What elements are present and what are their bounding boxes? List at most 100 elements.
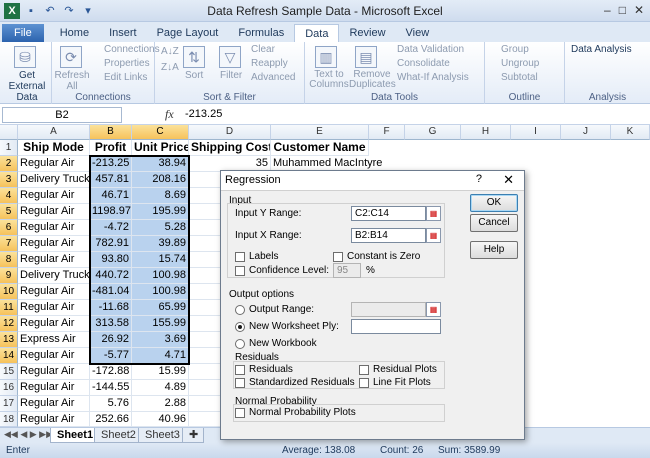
new-worksheet-ply-radio[interactable] [235,322,245,332]
tab-view[interactable]: View [396,24,440,42]
dialog-close-icon[interactable]: ✕ [503,172,514,188]
table-cell[interactable]: Regular Air [18,380,90,396]
text-to-columns-button[interactable]: Text to Columns [309,70,349,90]
column-title-shipping-cost[interactable]: Shipping Cost [189,140,271,156]
row-header[interactable]: 6 [0,220,18,236]
column-header-f[interactable]: F [369,125,405,140]
properties-button[interactable]: Properties [104,58,150,69]
line-fit-plots-checkbox[interactable] [359,378,369,388]
sort-za-button[interactable]: Z↓A [161,62,179,73]
row-header[interactable]: 9 [0,268,18,284]
column-header-g[interactable]: G [405,125,461,140]
table-cell[interactable]: 4.89 [132,380,189,396]
collapse-dialog-icon[interactable]: ▦ [426,302,441,317]
advanced-button[interactable]: Advanced [251,72,295,83]
tab-review[interactable]: Review [339,24,395,42]
row-header[interactable]: 11 [0,300,18,316]
tab-file[interactable]: File [2,24,44,42]
row-header[interactable]: 17 [0,396,18,412]
row-header[interactable]: 16 [0,380,18,396]
table-cell[interactable]: Regular Air [18,284,90,300]
table-cell[interactable]: Regular Air [18,412,90,427]
row-header[interactable]: 10 [0,284,18,300]
minimize-icon[interactable]: – [604,3,611,17]
row-header[interactable]: 3 [0,172,18,188]
sheet-tab-sheet3[interactable]: Sheet3 [138,428,187,443]
table-cell[interactable]: Regular Air [18,316,90,332]
row-header[interactable]: 5 [0,204,18,220]
new-worksheet-ply-field[interactable] [351,319,441,334]
row-header[interactable]: 18 [0,412,18,427]
row-header[interactable]: 2 [0,156,18,172]
new-workbook-radio[interactable] [235,339,245,349]
tab-data[interactable]: Data [294,24,340,42]
remove-duplicates-button[interactable]: Remove Duplicates [349,70,396,90]
clear-button[interactable]: Clear [251,44,275,55]
table-cell[interactable]: 252.66 [90,412,132,427]
table-cell[interactable]: 5.76 [90,396,132,412]
edit-links-button[interactable]: Edit Links [104,72,147,83]
standardized-residuals-checkbox[interactable] [235,378,245,388]
table-cell[interactable]: Regular Air [18,188,90,204]
tab-formulas[interactable]: Formulas [228,24,294,42]
ungroup-button[interactable]: Ungroup [501,58,539,69]
what-if-analysis-button[interactable]: What-If Analysis [397,72,469,83]
table-cell[interactable]: Regular Air [18,396,90,412]
formula-input[interactable]: -213.25 [185,108,222,120]
row-header[interactable]: 4 [0,188,18,204]
table-cell[interactable]: Regular Air [18,236,90,252]
confidence-level-field[interactable]: 95 [333,263,361,278]
constant-is-zero-checkbox[interactable] [333,252,343,262]
maximize-icon[interactable]: □ [619,3,626,17]
consolidate-button[interactable]: Consolidate [397,58,450,69]
collapse-dialog-icon[interactable]: ▦ [426,206,441,221]
cancel-button[interactable]: Cancel [470,214,518,232]
column-header-c[interactable]: C [132,125,189,140]
refresh-all-button[interactable]: Refresh All [54,70,90,92]
column-title-unit-price[interactable]: Unit Price [132,140,189,156]
table-cell[interactable]: -144.55 [90,380,132,396]
data-validation-button[interactable]: Data Validation [397,44,464,55]
confidence-level-checkbox[interactable] [235,266,245,276]
reapply-button[interactable]: Reapply [251,58,288,69]
table-cell[interactable]: -172.88 [90,364,132,380]
data-analysis-button[interactable]: Data Analysis [571,44,632,55]
row-header[interactable]: 1 [0,140,18,156]
close-icon[interactable]: ✕ [634,3,644,17]
sort-az-button[interactable]: A↓Z [161,46,179,57]
column-header-b[interactable]: B [90,125,132,140]
group-button[interactable]: Group [501,44,529,55]
table-cell[interactable]: 40.96 [132,412,189,427]
output-range-field[interactable] [351,302,426,317]
table-cell[interactable]: Regular Air [18,204,90,220]
collapse-dialog-icon[interactable]: ▦ [426,228,441,243]
ok-button[interactable]: OK [470,194,518,212]
sheet-tab-sheet1[interactable]: Sheet1 [50,428,101,443]
table-cell[interactable]: Regular Air [18,300,90,316]
table-cell[interactable]: Express Air [18,332,90,348]
table-cell[interactable]: Regular Air [18,156,90,172]
column-title-customer-name[interactable]: Customer Name [271,140,369,156]
row-header[interactable]: 15 [0,364,18,380]
column-title-profit[interactable]: Profit [90,140,132,156]
column-header-e[interactable]: E [271,125,369,140]
row-header[interactable]: 12 [0,316,18,332]
fx-icon[interactable]: fx [165,107,174,122]
table-cell[interactable]: 2.88 [132,396,189,412]
row-header[interactable]: 14 [0,348,18,364]
name-box[interactable]: B2 [2,107,122,123]
row-header[interactable]: 7 [0,236,18,252]
residual-plots-checkbox[interactable] [359,365,369,375]
insert-sheet-icon[interactable]: ✚ [182,428,204,443]
table-cell[interactable]: 15.99 [132,364,189,380]
table-cell[interactable]: Delivery Truck [18,268,90,284]
column-header-a[interactable]: A [18,125,90,140]
help-icon[interactable]: ? [476,173,482,185]
tab-insert[interactable]: Insert [99,24,147,42]
sheet-tab-sheet2[interactable]: Sheet2 [94,428,143,443]
connections-button[interactable]: Connections [104,44,160,55]
table-cell[interactable]: Regular Air [18,348,90,364]
residuals-checkbox[interactable] [235,365,245,375]
sheet-navigation-icon[interactable]: ◀◀ ◀ ▶ ▶▶ [4,429,53,440]
column-header-i[interactable]: I [511,125,561,140]
